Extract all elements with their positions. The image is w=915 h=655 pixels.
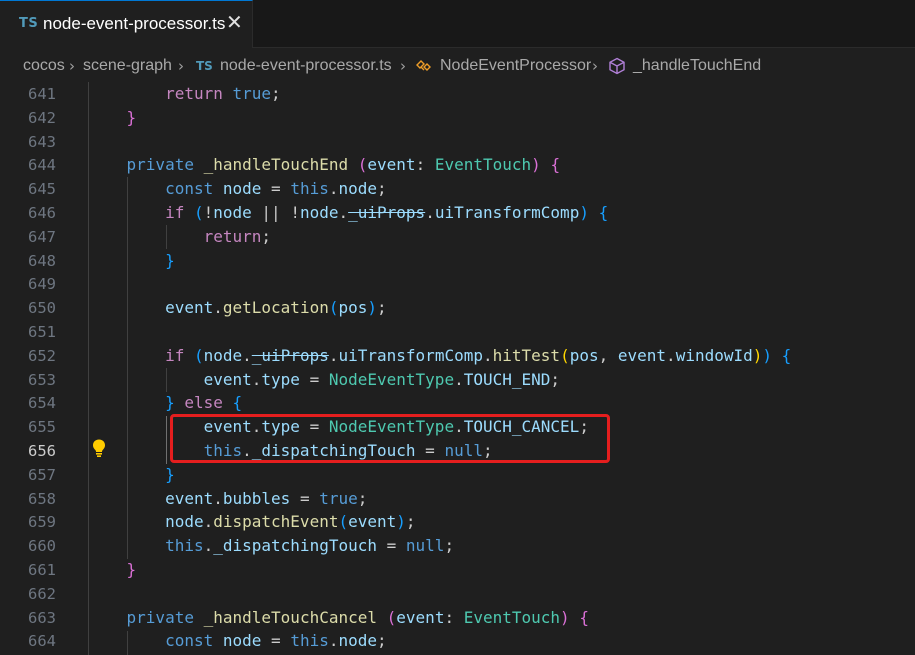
class-icon: [414, 56, 434, 81]
code-line: 646 if (!node || !node._uiProps.uiTransf…: [0, 201, 915, 225]
code-line: 664 const node = this.node;: [0, 629, 915, 653]
line-number: 654: [28, 394, 56, 413]
line-number: 664: [28, 632, 56, 651]
code-text: }: [165, 250, 175, 270]
breadcrumb: cocos › scene-graph › TS node-event-proc…: [0, 53, 915, 79]
line-number: 647: [28, 227, 56, 246]
code-text: if (!node || !node._uiProps.uiTransformC…: [165, 203, 609, 222]
breadcrumb-item-cocos[interactable]: cocos: [23, 57, 65, 75]
typescript-file-icon: TS: [19, 16, 39, 31]
code-line: 648 }: [0, 249, 915, 273]
line-number: 645: [28, 180, 56, 199]
line-number: 648: [28, 251, 56, 270]
close-icon[interactable]: ✕: [226, 12, 243, 32]
breadcrumb-item-class[interactable]: NodeEventProcessor: [440, 57, 591, 75]
breadcrumb-item-file[interactable]: node-event-processor.ts: [220, 57, 392, 75]
chevron-right-icon: ›: [592, 57, 598, 75]
code-text: return;: [203, 226, 272, 246]
typescript-file-icon: TS: [196, 59, 213, 73]
breadcrumb-item-scene-graph[interactable]: scene-graph: [83, 57, 172, 75]
line-number: 657: [28, 465, 56, 484]
code-line: 660 this._dispatchingTouch = null;: [0, 534, 915, 558]
line-number: 658: [28, 489, 56, 508]
method-icon: [607, 56, 627, 81]
tab-label: node-event-processor.ts: [43, 14, 226, 33]
breadcrumb-item-method[interactable]: _handleTouchEnd: [633, 57, 761, 75]
code-text: if (node._uiProps.uiTransformComp.hitTes…: [165, 345, 792, 365]
code-text: }: [126, 560, 137, 579]
code-line: 657 }: [0, 463, 915, 487]
line-number: 660: [28, 537, 56, 556]
code-text: node.dispatchEvent(event);: [165, 512, 416, 532]
line-number: 661: [28, 561, 56, 579]
code-line: 658 event.bubbles = true;: [0, 487, 915, 511]
chevron-right-icon: ›: [400, 57, 406, 75]
code-line: 651: [0, 320, 915, 344]
code-text: return true;: [165, 84, 281, 103]
code-line: 649: [0, 272, 915, 296]
line-number: 651: [28, 323, 56, 341]
chevron-right-icon: ›: [69, 57, 75, 75]
line-number: 649: [28, 275, 56, 294]
highlight-annotation-box: [170, 414, 610, 463]
chevron-right-icon: ›: [178, 57, 184, 75]
line-number: 655: [28, 418, 56, 437]
code-line: 662: [0, 582, 915, 606]
code-line: 652 if (node._uiProps.uiTransformComp.hi…: [0, 344, 915, 368]
code-line: 644 private _handleTouchEnd (event: Even…: [0, 153, 915, 177]
code-text: this._dispatchingTouch = null;: [165, 536, 455, 556]
line-number: 641: [28, 85, 56, 103]
code-line: 659 node.dispatchEvent(event);: [0, 510, 915, 534]
tab-bar: TS node-event-processor.ts ✕: [0, 0, 915, 48]
line-number: 656: [28, 442, 56, 460]
code-text: private _handleTouchEnd (event: EventTou…: [126, 155, 561, 175]
code-line: 642 }: [0, 106, 915, 130]
code-line: 643: [0, 130, 915, 154]
code-line: 654 } else {: [0, 391, 915, 415]
code-text: }: [126, 107, 137, 127]
code-text: event.bubbles = true;: [165, 488, 368, 508]
code-text: private _handleTouchCancel (event: Event…: [126, 607, 589, 627]
line-number: 650: [28, 299, 56, 318]
code-line: 663 private _handleTouchCancel (event: E…: [0, 606, 915, 630]
code-text: }: [165, 464, 175, 484]
line-number: 646: [28, 204, 56, 222]
code-line: 647 return;: [0, 225, 915, 249]
code-line: 641 return true;: [0, 82, 915, 106]
line-number: 659: [28, 513, 56, 532]
code-editor[interactable]: 641 return true; 642 } 643 644 private _…: [0, 82, 915, 655]
line-number: 662: [28, 584, 56, 603]
code-text: event.getLocation(pos);: [165, 298, 387, 318]
code-text: const node = this.node;: [165, 631, 387, 651]
code-line: 653 event.type = NodeEventType.TOUCH_END…: [0, 368, 915, 392]
line-number: 643: [28, 132, 56, 151]
code-line: 661 }: [0, 558, 915, 582]
tab-node-event-processor[interactable]: TS node-event-processor.ts ✕: [0, 0, 253, 48]
line-number: 644: [28, 156, 56, 175]
code-text: event.type = NodeEventType.TOUCH_END;: [203, 369, 561, 389]
code-line: 645 const node = this.node;: [0, 177, 915, 201]
line-number: 653: [28, 370, 56, 389]
code-text: const node = this.node;: [165, 179, 387, 199]
line-number: 663: [28, 608, 56, 627]
line-number: 642: [28, 108, 56, 127]
code-line: 650 event.getLocation(pos);: [0, 296, 915, 320]
lightbulb-icon[interactable]: [91, 438, 107, 463]
line-number: 652: [28, 346, 56, 365]
code-text: } else {: [165, 393, 243, 413]
